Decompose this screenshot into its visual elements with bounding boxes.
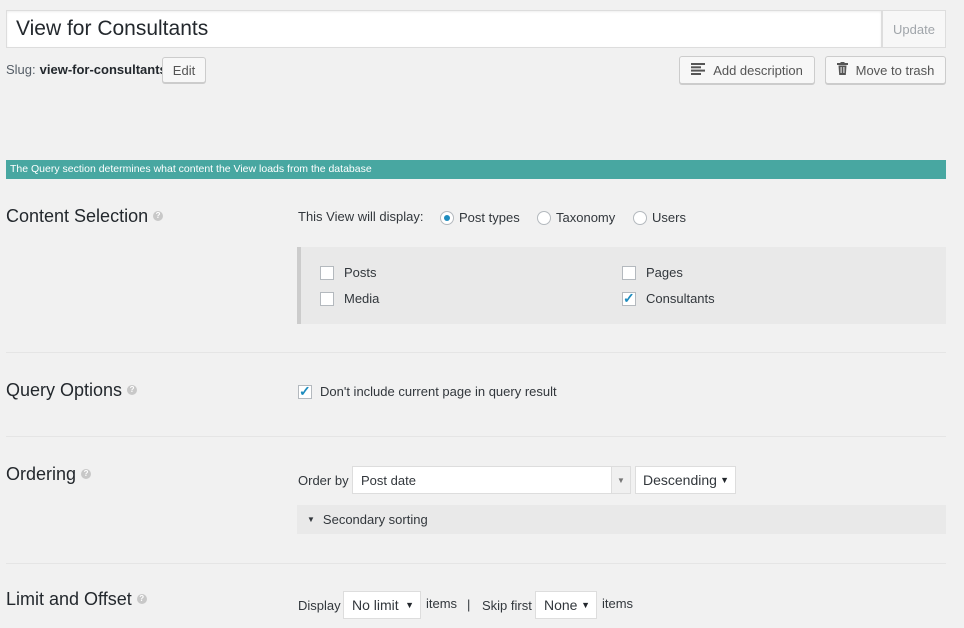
limit-offset-heading: Limit and Offset? [6,588,147,610]
move-to-trash-button[interactable]: Move to trash [825,56,946,84]
radio-label: Taxonomy [556,210,616,225]
triangle-down-icon[interactable]: ▼ [611,467,630,493]
select-value: Post date [361,472,416,488]
update-button[interactable]: Update [882,10,946,48]
radio-circle[interactable] [633,210,647,225]
triangle-right-icon: ▼ [307,515,315,524]
checkbox-pages[interactable]: Pages [622,265,683,281]
trash-icon [836,62,848,78]
secondary-sorting-toggle[interactable]: ▼ Secondary sorting [297,505,946,534]
slug-value: view-for-consultants [39,62,167,77]
edit-slug-button[interactable]: Edit [162,57,206,83]
query-info-bar: The Query section determines what conten… [6,160,946,179]
triangle-down-icon: ▼ [720,475,729,485]
order-by-select[interactable]: Post date ▼ [352,466,631,494]
query-options-title: Query Options [6,380,123,400]
checkbox[interactable] [320,265,334,280]
radio-taxonomy[interactable]: Taxonomy [537,210,615,226]
order-by-label: Order by [298,473,349,488]
skip-first-label: Skip first [482,598,532,613]
triangle-down-icon: ▼ [405,600,414,610]
radio-label: Users [652,210,686,225]
ordering-title: Ordering [6,464,77,484]
title-input[interactable]: View for Consultants [6,10,882,48]
checkbox-label: Consultants [646,291,715,306]
offset-select[interactable]: None ▼ [535,591,597,619]
checkbox[interactable] [320,291,334,306]
add-description-button[interactable]: Add description [679,56,815,84]
post-types-box [297,247,946,324]
checkbox-consultants[interactable]: Consultants [622,290,715,307]
display-limit-label: Display [298,598,341,613]
content-selection-heading: Content Selection? [6,205,164,227]
limit-select[interactable]: No limit ▼ [343,591,421,619]
radio-circle[interactable] [537,210,551,225]
checkbox-label: Don't include current page in query resu… [320,384,557,399]
checkbox[interactable] [622,265,636,280]
question-circle-icon[interactable]: ? [153,211,164,222]
ordering-heading: Ordering? [6,463,92,485]
select-value: Descending [643,472,717,488]
radio-users[interactable]: Users [633,210,686,226]
align-left-icon [691,62,706,78]
triangle-down-icon: ▼ [581,600,590,610]
slug: Slug: view-for-consultants [6,62,167,78]
section-divider [6,436,946,437]
move-to-trash-label: Move to trash [855,62,935,78]
question-circle-icon[interactable]: ? [81,469,92,480]
secondary-sorting-label: Secondary sorting [322,512,428,527]
exclude-current-checkbox[interactable]: Don't include current page in query resu… [298,383,557,400]
slug-label: Slug: [6,62,36,77]
checkbox-posts[interactable]: Posts [320,265,377,281]
limit-offset-title: Limit and Offset [6,589,132,609]
radio-label: Post types [459,210,520,225]
checkbox[interactable] [298,383,312,399]
display-label: This View will display: [298,209,424,224]
items-label: items [426,596,458,611]
checkbox[interactable] [622,290,636,306]
checkbox-media[interactable]: Media [320,291,379,307]
section-divider [6,563,946,564]
radio-post-types[interactable]: Post types [440,210,520,226]
question-circle-icon[interactable]: ? [136,594,147,605]
checkbox-label: Posts [344,265,377,280]
section-divider [6,352,946,353]
query-options-heading: Query Options? [6,379,138,401]
select-value: No limit [352,597,399,613]
add-description-label: Add description [713,62,803,78]
separator: | [467,597,471,612]
radio-circle[interactable] [440,210,454,225]
items-label: items [602,596,634,611]
select-value: None [544,597,578,613]
question-circle-icon[interactable]: ? [127,385,138,396]
order-direction-select[interactable]: Descending ▼ [635,466,736,494]
content-selection-title: Content Selection [6,206,149,226]
checkbox-label: Pages [646,265,683,280]
checkbox-label: Media [344,291,380,306]
